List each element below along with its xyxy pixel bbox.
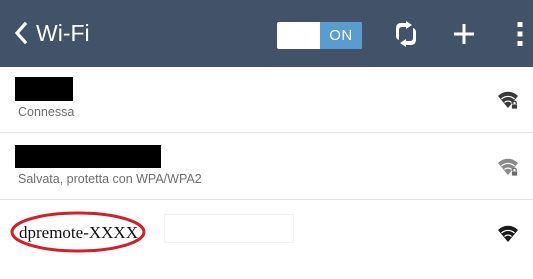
wifi-toggle[interactable]: ON [277,22,362,49]
toggle-state: ON [320,22,362,49]
page-title: Wi-Fi [36,20,90,46]
network-item-dpremote[interactable]: dpremote-XXXX [0,200,533,265]
wifi-lock-icon [498,158,518,177]
refresh-button[interactable] [389,17,423,51]
chevron-left-icon [14,22,28,44]
network-item-connected[interactable]: Connessa [0,67,533,133]
network-status: Salvata, protetta con WPA/WPA2 [18,172,202,186]
network-ssid: dpremote-XXXX [19,223,138,242]
more-options-button[interactable] [508,17,532,51]
redaction-box [164,214,294,243]
add-icon [454,24,474,44]
wifi-lock-icon [498,91,518,110]
refresh-icon [396,21,416,47]
network-item-saved[interactable]: Salvata, protetta con WPA/WPA2 [0,133,533,200]
ssid-redacted [15,77,73,101]
add-network-button[interactable] [449,17,479,51]
more-vert-icon [517,22,523,46]
network-status: Connessa [18,105,75,119]
wifi-icon [498,225,518,242]
back-button[interactable]: Wi-Fi [14,16,90,50]
app-bar: Wi-Fi ON [0,0,533,67]
ssid-redacted [15,145,161,168]
